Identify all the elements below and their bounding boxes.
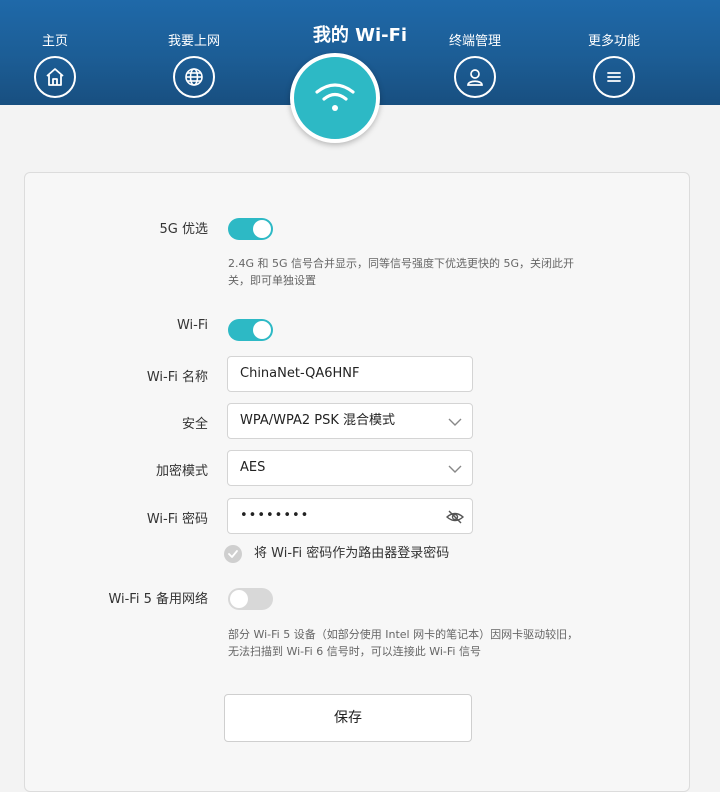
menu-icon	[593, 56, 635, 98]
security-select[interactable]: WPA/WPA2 PSK 混合模式	[227, 403, 473, 439]
toggle-knob	[230, 590, 248, 608]
band5g-hint: 2.4G 和 5G 信号合并显示，同等信号强度下优选更快的 5G，关闭此开关，即…	[228, 257, 575, 287]
ssid-label: Wi-Fi 名称	[146, 370, 208, 385]
band5g-label: 5G 优选	[159, 222, 208, 237]
nav-devices[interactable]: 终端管理	[425, 34, 525, 98]
home-icon	[34, 56, 76, 98]
password-value: ••••••••	[240, 508, 310, 523]
chevron-down-icon	[448, 465, 462, 473]
globe-icon	[173, 56, 215, 98]
nav-more-label: 更多功能	[587, 34, 640, 49]
ssid-value: ChinaNet-QA6HNF	[240, 366, 360, 381]
eye-off-icon[interactable]	[446, 508, 464, 526]
nav-wifi[interactable]	[290, 53, 380, 143]
encryption-select[interactable]: AES	[227, 450, 473, 486]
save-button[interactable]: 保存	[224, 694, 472, 742]
password-input[interactable]: ••••••••	[227, 498, 473, 534]
use-as-admin-label: 将 Wi-Fi 密码作为路由器登录密码	[254, 546, 450, 561]
encryption-label: 加密模式	[155, 464, 208, 479]
wifi-icon	[315, 83, 355, 111]
band5g-toggle[interactable]	[228, 218, 273, 240]
encryption-value: AES	[240, 460, 266, 475]
wifi5-toggle[interactable]	[228, 588, 273, 610]
password-label: Wi-Fi 密码	[146, 512, 208, 527]
user-icon	[454, 56, 496, 98]
nav-devices-label: 终端管理	[448, 34, 501, 49]
toggle-knob	[253, 321, 271, 339]
chevron-down-icon	[448, 418, 462, 426]
wifi-label: Wi-Fi	[176, 318, 208, 333]
security-value: WPA/WPA2 PSK 混合模式	[240, 413, 396, 428]
toggle-knob	[253, 220, 271, 238]
wifi5-hint: 部分 Wi-Fi 5 设备（如部分使用 Intel 网卡的笔记本）因网卡驱动较旧…	[228, 628, 579, 658]
security-label: 安全	[181, 417, 208, 432]
wifi-toggle[interactable]	[228, 319, 273, 341]
check-icon	[224, 545, 242, 563]
ssid-input[interactable]: ChinaNet-QA6HNF	[227, 356, 473, 392]
wifi5-label: Wi-Fi 5 备用网络	[108, 592, 208, 607]
nav-more[interactable]: 更多功能	[564, 34, 664, 98]
